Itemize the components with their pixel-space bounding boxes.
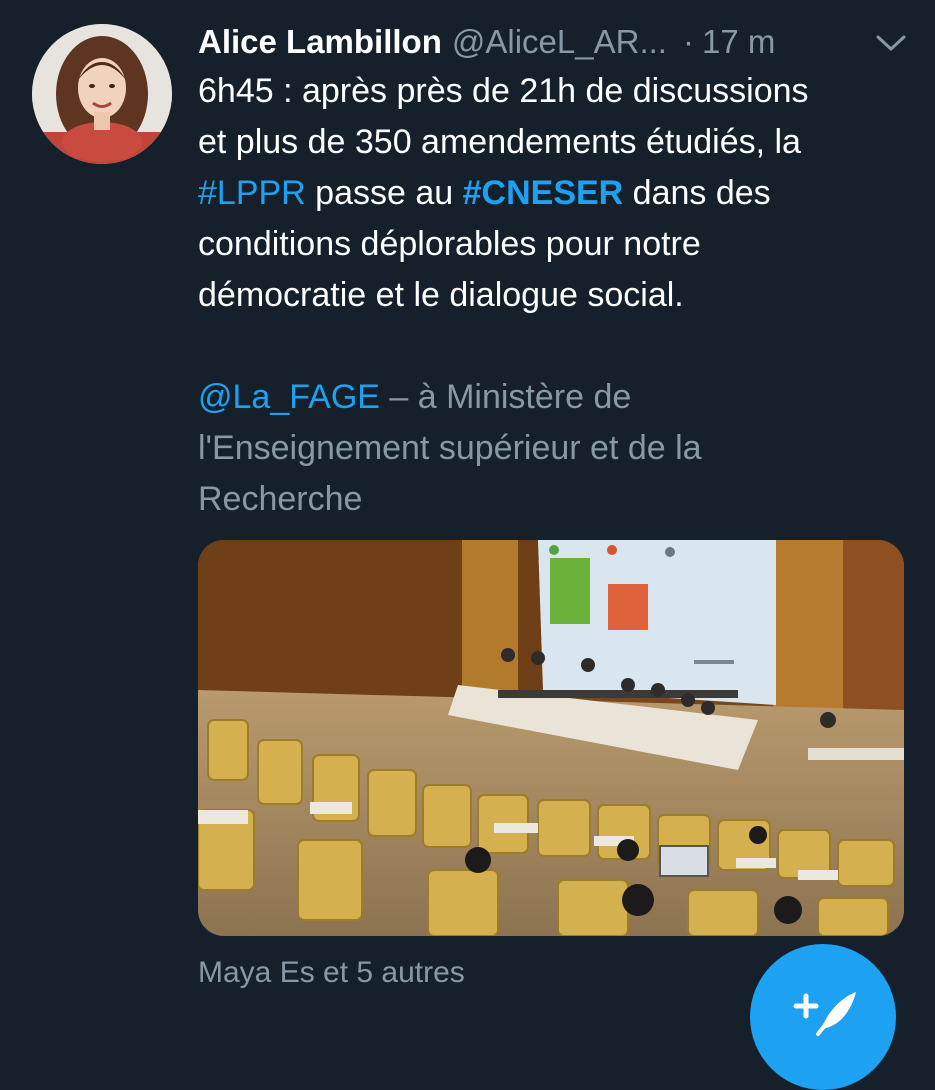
tweet-time[interactable]: 17 m bbox=[702, 23, 775, 61]
hashtag-link[interactable]: #CNESER bbox=[463, 174, 624, 212]
tweet-text-segment: 6h45 : après près de 21h de discussions bbox=[198, 72, 809, 110]
tweet-text-segment: démocratie et le dialogue social. bbox=[198, 276, 684, 314]
tweet-text-segment: dans des bbox=[623, 174, 771, 212]
tweet-text-segment: passe au bbox=[305, 174, 463, 212]
tweet-text: 6h45 : après près de 21h de discussions e… bbox=[198, 66, 908, 321]
compose-tweet-icon bbox=[793, 992, 856, 1036]
location-line[interactable]: – à Ministère de bbox=[380, 378, 631, 416]
tweet-text-line: démocratie et le dialogue social. bbox=[198, 270, 908, 321]
location-line[interactable]: l'Enseignement supérieur et de la bbox=[198, 423, 908, 474]
tweet-text-line: 6h45 : après près de 21h de discussions bbox=[198, 66, 908, 117]
author-name[interactable]: Alice Lambillon bbox=[198, 23, 442, 61]
compose-button[interactable] bbox=[750, 944, 896, 1090]
tagged-mention[interactable]: @La_FAGE bbox=[198, 378, 380, 416]
tweet-text-line: conditions déplorables pour notre bbox=[198, 219, 908, 270]
hashtag-link[interactable]: #LPPR bbox=[198, 174, 306, 212]
tagged-people[interactable]: Maya Es et 5 autres bbox=[198, 956, 465, 990]
author-handle[interactable]: @AliceL_AR... bbox=[452, 23, 667, 61]
tweet-text-segment: conditions déplorables pour notre bbox=[198, 225, 701, 263]
tweet-header: Alice Lambillon @AliceL_AR... · 17 m bbox=[198, 18, 908, 66]
author-avatar[interactable] bbox=[32, 24, 172, 164]
tweet-text-segment: et plus de 350 amendements étudiés, la bbox=[198, 123, 801, 161]
location-line[interactable]: Recherche bbox=[198, 474, 908, 525]
separator-dot: · bbox=[682, 23, 694, 60]
tweet-text-line: #LPPR passe au #CNESER dans des bbox=[198, 168, 908, 219]
amphitheater-photo bbox=[198, 540, 904, 936]
chevron-down-icon[interactable] bbox=[874, 28, 908, 56]
tweet-photo[interactable] bbox=[198, 540, 904, 936]
tweet-text-line: et plus de 350 amendements étudiés, la bbox=[198, 117, 908, 168]
tweet-location: @La_FAGE – à Ministère de l'Enseignement… bbox=[198, 372, 908, 525]
